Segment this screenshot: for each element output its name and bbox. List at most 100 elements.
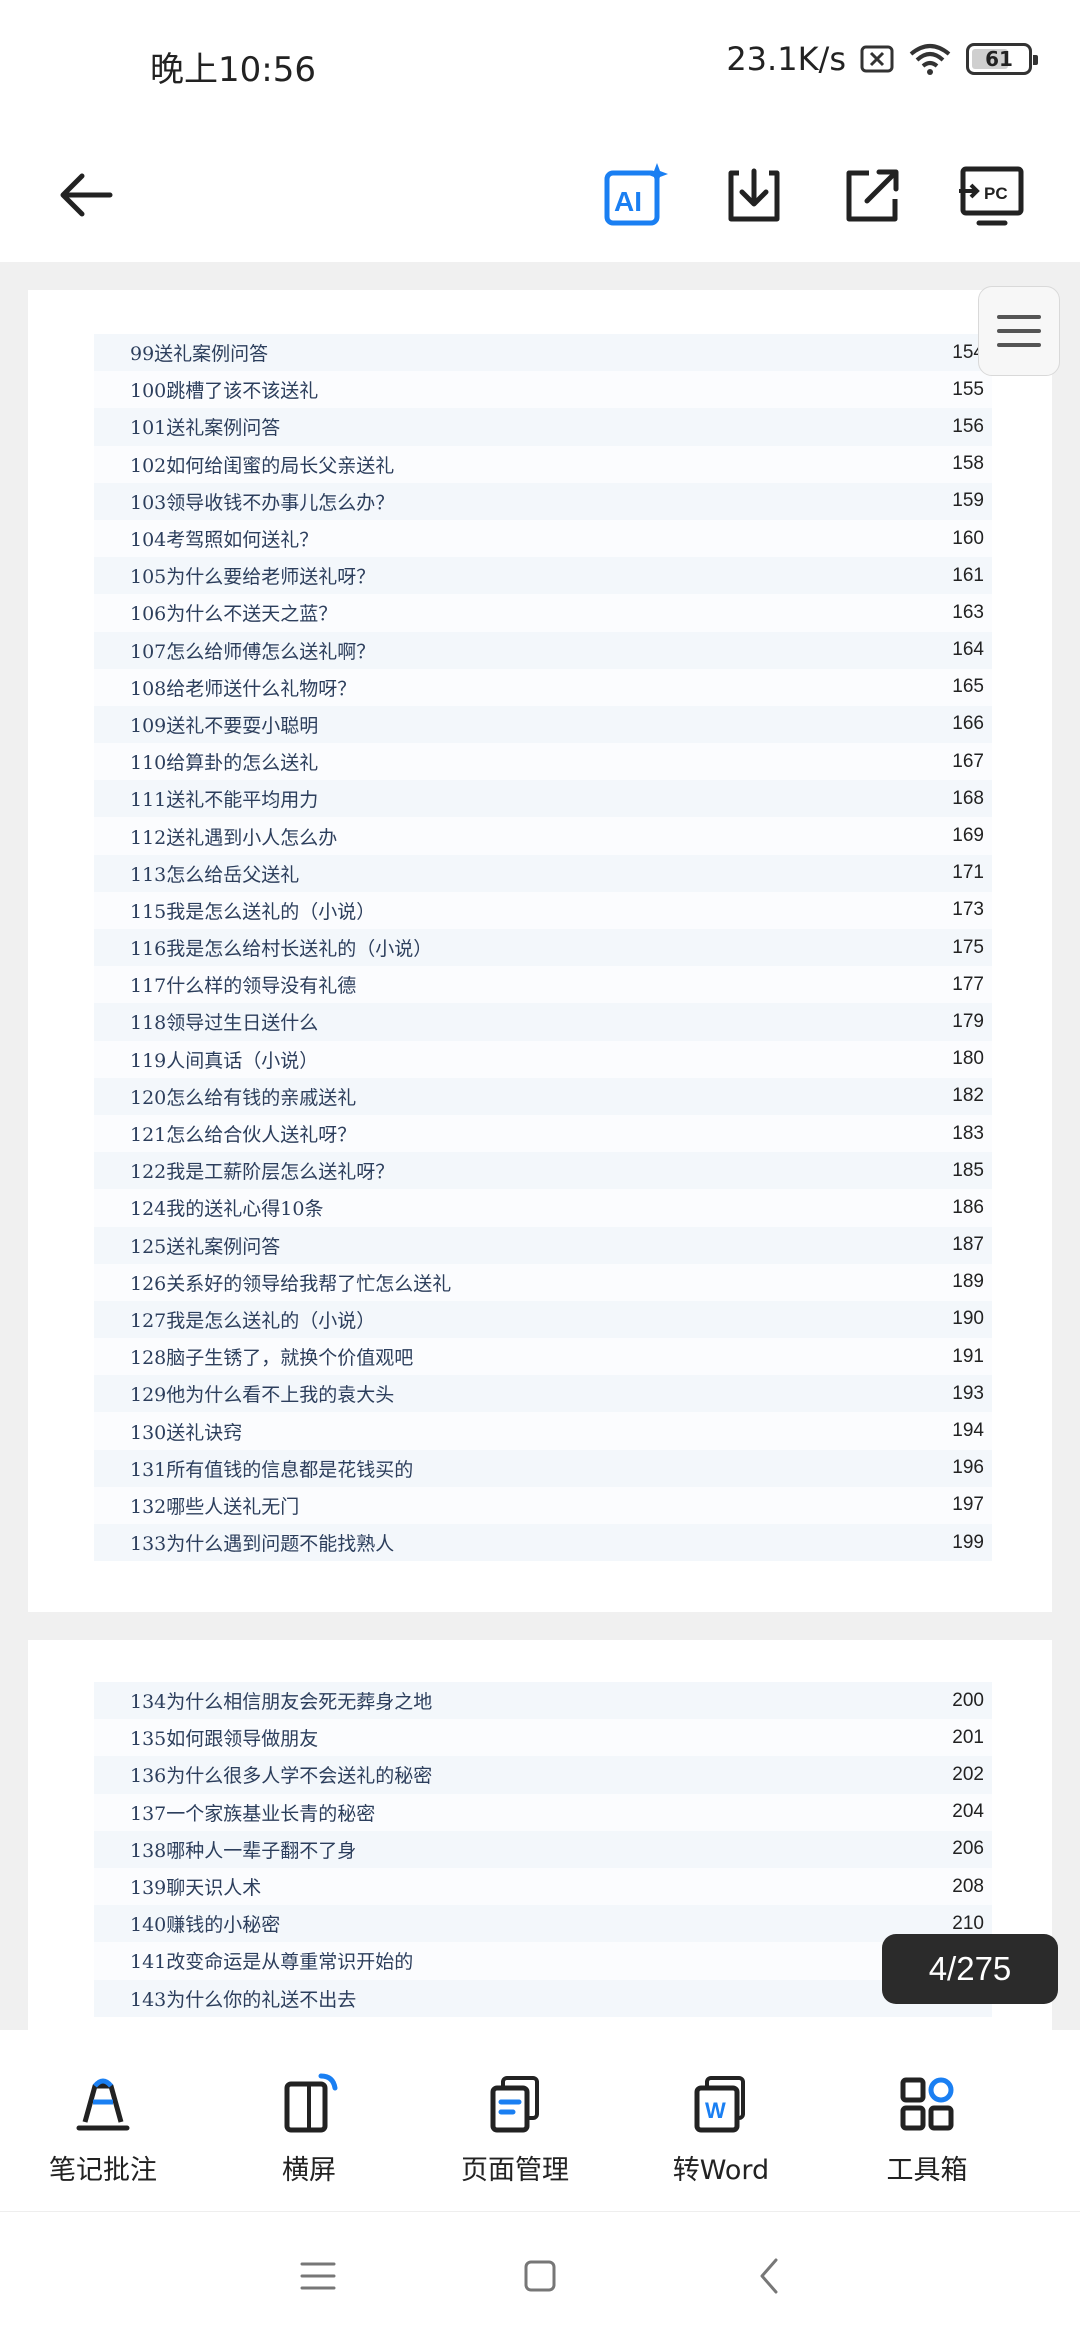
toc-entry[interactable]: 118领导过生日送什么 179 bbox=[94, 1003, 992, 1041]
toc-entry-page: 185 bbox=[952, 1159, 984, 1181]
toc-entry[interactable]: 107怎么给师傅怎么送礼啊？ 164 bbox=[94, 631, 992, 669]
toc-entry[interactable]: 129他为什么看不上我的袁大头 193 bbox=[94, 1375, 992, 1413]
toc-entry[interactable]: 141改变命运是从尊重常识开始的 bbox=[94, 1942, 992, 1980]
tool-label: 工具箱 bbox=[886, 2155, 968, 2186]
ai-sparkle-icon[interactable]: AI bbox=[596, 158, 672, 234]
document-viewer[interactable]: 99送礼案例问答 154 100跳槽了该不该送礼 155 101送礼案例问答 156 102… bbox=[0, 262, 1080, 2030]
toc-entry[interactable]: 112送礼遇到小人怎么办 169 bbox=[94, 817, 992, 855]
toc-entry[interactable]: 108给老师送什么礼物呀？ 165 bbox=[94, 668, 992, 706]
toc-entry[interactable]: 117什么样的领导没有礼德 177 bbox=[94, 966, 992, 1004]
rotate-landscape-icon bbox=[284, 2073, 338, 2133]
toc-entry[interactable]: 109送礼不要耍小聪明 166 bbox=[94, 705, 992, 744]
pc-cast-icon[interactable]: PC bbox=[954, 158, 1030, 234]
status-indicators: 23.1K/s 61 bbox=[726, 40, 1038, 78]
toc-entry-page: 180 bbox=[952, 1048, 984, 1070]
toc-entry[interactable]: 128脑子生锈了，就换个价值观吧 191 bbox=[94, 1338, 992, 1376]
tool-landscape[interactable]: 横屏 bbox=[206, 2030, 412, 2211]
sim-off-icon bbox=[860, 45, 894, 73]
toc-entry-title: 104考驾照如何送礼？ bbox=[130, 529, 319, 552]
toc-entry[interactable]: 119人间真话（小说） 180 bbox=[94, 1040, 992, 1078]
toc-entry[interactable]: 143为什么你的礼送不出去213 bbox=[94, 1979, 992, 2017]
toc-entry[interactable]: 140赚钱的小秘密 210 bbox=[94, 1905, 992, 1943]
toc-entry[interactable]: 135如何跟领导做朋友 201 bbox=[94, 1719, 992, 1757]
toc-entry[interactable]: 100跳槽了该不该送礼 155 bbox=[94, 371, 992, 409]
back-chevron-icon[interactable] bbox=[748, 2254, 792, 2298]
toc-entry[interactable]: 132哪些人送礼无门 197 bbox=[94, 1486, 992, 1524]
tool-annotate[interactable]: 笔记批注 bbox=[0, 2030, 206, 2211]
toc-entry[interactable]: 102如何给闺蜜的局长父亲送礼 158 bbox=[94, 445, 992, 483]
toc-entry[interactable]: 103领导收钱不办事儿怎么办？ 159 bbox=[94, 482, 992, 520]
toc-entry[interactable]: 110给算卦的怎么送礼 167 bbox=[94, 743, 992, 781]
toc-entry[interactable]: 115我是怎么送礼的（小说） 173 bbox=[94, 891, 992, 929]
toc-entry[interactable]: 138哪种人一辈子翻不了身 206 bbox=[94, 1830, 992, 1868]
toc-entry-title: 100跳槽了该不该送礼 bbox=[130, 380, 319, 403]
toc-entry-page: 182 bbox=[952, 1085, 984, 1107]
toc-entry[interactable]: 113怎么给岳父送礼 171 bbox=[94, 854, 992, 892]
toc-entry[interactable]: 137一个家族基业长青的秘密 204 bbox=[94, 1793, 992, 1831]
toc-entry-title: 103领导收钱不办事儿怎么办？ bbox=[130, 491, 395, 514]
arrow-left-icon[interactable] bbox=[54, 160, 124, 230]
wifi-icon bbox=[908, 42, 952, 76]
system-nav-bar bbox=[0, 2212, 1080, 2340]
toc-entry[interactable]: 133为什么遇到问题不能找熟人 199 bbox=[94, 1524, 992, 1562]
toc-entry-title: 102如何给闺蜜的局长父亲送礼 bbox=[130, 454, 395, 477]
toc-entry-title: 124我的送礼心得10条 bbox=[130, 1198, 324, 1221]
toc-entry[interactable]: 139聊天识人术 208 bbox=[94, 1867, 992, 1906]
tool-page-manage[interactable]: 页面管理 bbox=[412, 2030, 618, 2211]
page-manage-icon bbox=[490, 2076, 539, 2133]
toc-entry-page: 190 bbox=[952, 1308, 984, 1330]
annotate-pen-icon bbox=[76, 2078, 130, 2131]
tool-to-word[interactable]: W 转Word bbox=[618, 2030, 824, 2211]
toc-entry-page: 183 bbox=[952, 1122, 984, 1144]
toc-entry-page: 163 bbox=[952, 601, 984, 623]
toc-entry-page: 169 bbox=[952, 825, 984, 847]
toc-entry[interactable]: 106为什么不送天之蓝？ 163 bbox=[94, 594, 992, 632]
toc-entry-title: 140赚钱的小秘密 bbox=[130, 1914, 281, 1937]
toc-entry[interactable]: 130送礼诀窍 194 bbox=[94, 1412, 992, 1450]
toc-entry[interactable]: 131所有值钱的信息都是花钱买的 196 bbox=[94, 1449, 992, 1487]
toc-entry[interactable]: 105为什么要给老师送礼呀？ 161 bbox=[94, 557, 992, 595]
toc-entry-page: 179 bbox=[952, 1010, 984, 1032]
tool-toolbox[interactable]: 工具箱 bbox=[824, 2030, 1030, 2211]
svg-text:PC: PC bbox=[984, 184, 1008, 203]
download-icon[interactable] bbox=[716, 158, 792, 234]
toc-entry[interactable]: 101送礼案例问答 156 bbox=[94, 408, 992, 446]
toc-entry-page: 200 bbox=[952, 1689, 984, 1711]
share-export-icon[interactable] bbox=[834, 158, 910, 234]
toc-entry-title: 119人间真话（小说） bbox=[130, 1049, 319, 1072]
toc-entry-title: 116我是怎么给村长送礼的（小说） bbox=[130, 938, 433, 961]
toc-entry[interactable]: 116我是怎么给村长送礼的（小说） 175 bbox=[94, 929, 992, 967]
toc-entry[interactable]: 134为什么相信朋友会死无葬身之地 200 bbox=[94, 1682, 992, 1720]
toc-entry-page: 165 bbox=[952, 676, 984, 698]
outline-menu-button[interactable] bbox=[978, 286, 1060, 376]
toc-entry-title: 112送礼遇到小人怎么办 bbox=[130, 826, 338, 849]
network-speed: 23.1K/s bbox=[726, 40, 846, 78]
battery-icon: 61 bbox=[966, 43, 1038, 75]
toc-entry[interactable]: 120怎么给有钱的亲戚送礼 182 bbox=[94, 1077, 992, 1115]
svg-text:AI: AI bbox=[614, 186, 642, 217]
home-square-icon[interactable] bbox=[518, 2254, 562, 2298]
toc-entry[interactable]: 111送礼不能平均用力 168 bbox=[94, 780, 992, 818]
toc-entry-page: 194 bbox=[952, 1420, 984, 1442]
toc-entry-page: 196 bbox=[952, 1457, 984, 1479]
toc-entry-title: 129他为什么看不上我的袁大头 bbox=[130, 1384, 395, 1407]
toc-entry-page: 202 bbox=[952, 1763, 984, 1785]
toc-entry[interactable]: 125送礼案例问答 187 bbox=[94, 1226, 992, 1264]
toc-entry-page: 204 bbox=[952, 1801, 984, 1823]
toc-entry-title: 121怎么给合伙人送礼呀？ bbox=[130, 1124, 357, 1147]
hamburger-menu-icon bbox=[997, 315, 1041, 347]
toc-entry[interactable]: 121怎么给合伙人送礼呀？ 183 bbox=[94, 1114, 992, 1153]
toc-entry[interactable]: 122我是工薪阶层怎么送礼呀？ 185 bbox=[94, 1152, 992, 1190]
toc-entry[interactable]: 136为什么很多人学不会送礼的秘密 202 bbox=[94, 1756, 992, 1794]
toc-entry-title: 106为什么不送天之蓝？ bbox=[130, 603, 338, 626]
tool-label: 笔记批注 bbox=[49, 2155, 157, 2186]
toc-entry[interactable]: 99送礼案例问答 154 bbox=[94, 334, 992, 372]
menu-lines-icon[interactable] bbox=[296, 2254, 340, 2298]
top-toolbar: AI PC bbox=[0, 130, 1080, 262]
toc-entry[interactable]: 104考驾照如何送礼？ 160 bbox=[94, 519, 992, 558]
toc-entry[interactable]: 124我的送礼心得10条 186 bbox=[94, 1189, 992, 1227]
toc-entry[interactable]: 127我是怎么送礼的（小说） 190 bbox=[94, 1300, 992, 1339]
toc-entry-title: 135如何跟领导做朋友 bbox=[130, 1728, 319, 1751]
toc-entry-page: 191 bbox=[952, 1345, 984, 1367]
toc-entry[interactable]: 126关系好的领导给我帮了忙怎么送礼 189 bbox=[94, 1263, 992, 1301]
